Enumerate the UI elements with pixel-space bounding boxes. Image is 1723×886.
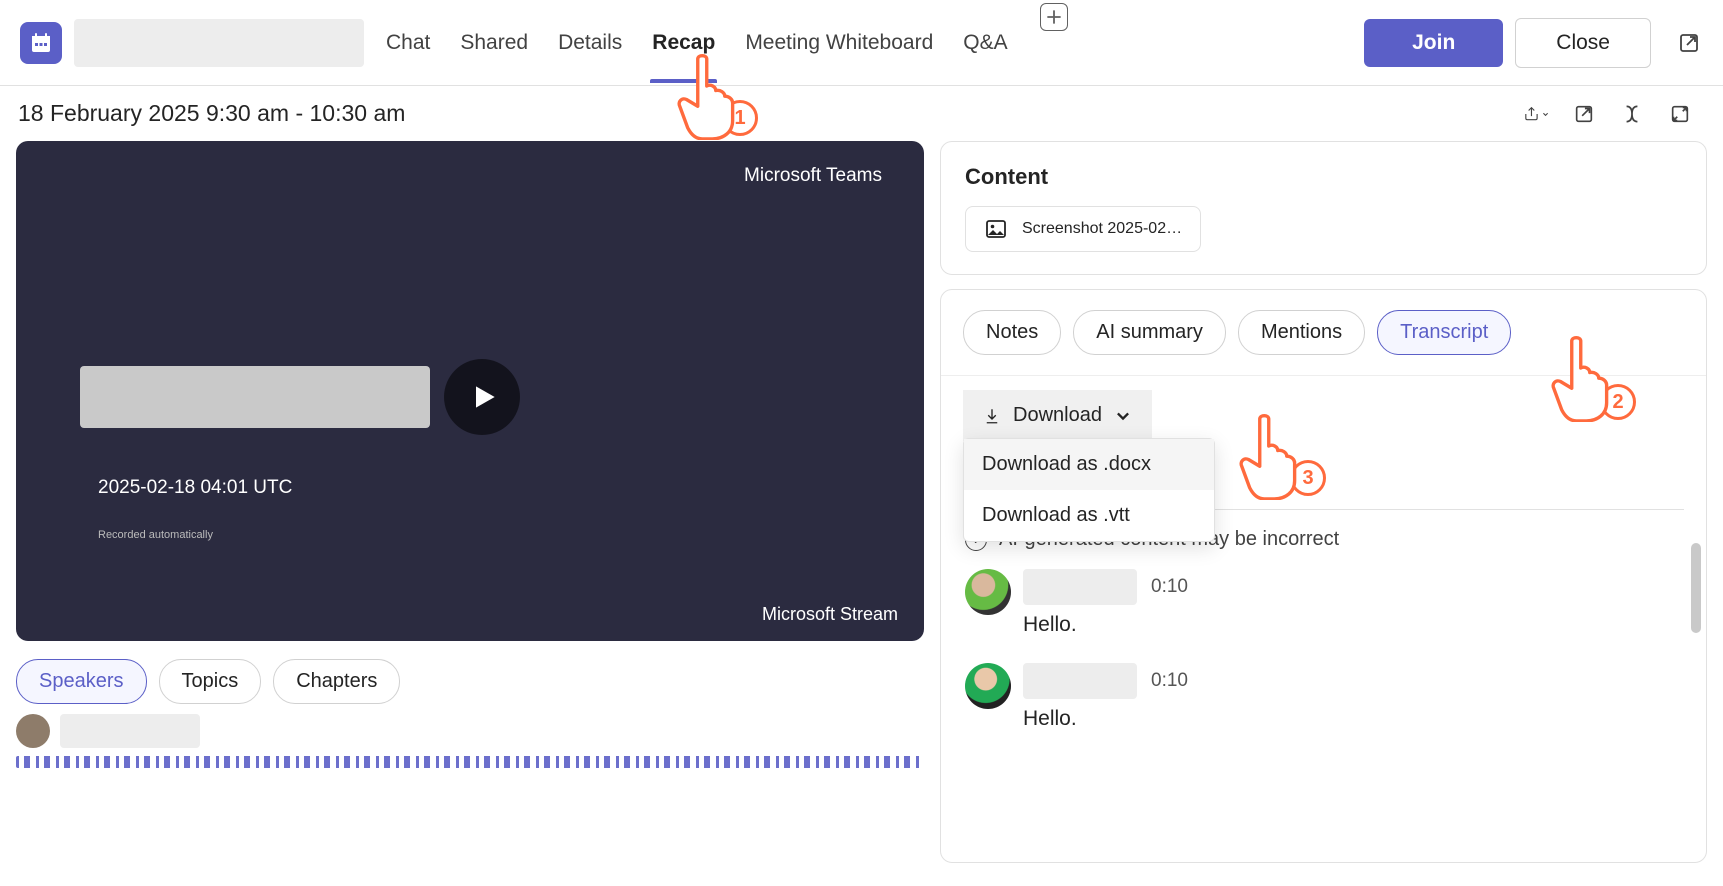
video-auto-recorded: Recorded automatically bbox=[98, 529, 213, 541]
download-vtt[interactable]: Download as .vtt bbox=[964, 490, 1214, 541]
subtab-chapters[interactable]: Chapters bbox=[273, 659, 400, 704]
speaker-timeline[interactable] bbox=[16, 756, 924, 768]
image-icon bbox=[984, 217, 1008, 241]
content-item-label: Screenshot 2025-02… bbox=[1022, 220, 1182, 238]
share-icon[interactable] bbox=[1523, 101, 1549, 127]
recording-video[interactable]: Microsoft Teams 2025-02-18 04:01 UTC Rec… bbox=[16, 141, 924, 641]
video-utc-time: 2025-02-18 04:01 UTC bbox=[98, 477, 292, 499]
tutorial-badge-3: 3 bbox=[1290, 460, 1326, 496]
copilot-icon[interactable] bbox=[1619, 101, 1645, 127]
content-title: Content bbox=[965, 164, 1682, 190]
popout-icon[interactable] bbox=[1675, 29, 1703, 57]
tutorial-badge-2: 2 bbox=[1600, 384, 1636, 420]
subtab-topics[interactable]: Topics bbox=[159, 659, 262, 704]
add-tab-button[interactable] bbox=[1040, 3, 1068, 31]
video-subtabs: Speakers Topics Chapters bbox=[16, 659, 924, 704]
tab-shared[interactable]: Shared bbox=[458, 3, 530, 83]
top-bar: Chat Shared Details Recap Meeting Whiteb… bbox=[0, 0, 1723, 86]
transcript-list: 0:10 Hello. 0:10 Hello. bbox=[941, 559, 1706, 767]
sub-bar: 18 February 2025 9:30 am - 10:30 am bbox=[0, 86, 1723, 141]
subtab-speakers[interactable]: Speakers bbox=[16, 659, 147, 704]
tab-qa[interactable]: Q&A bbox=[961, 3, 1009, 83]
transcript-time: 0:10 bbox=[1151, 670, 1188, 692]
video-title-placeholder bbox=[80, 366, 430, 428]
video-brand-bottom: Microsoft Stream bbox=[762, 604, 898, 625]
tab-chat[interactable]: Chat bbox=[384, 3, 432, 83]
pill-notes[interactable]: Notes bbox=[963, 310, 1061, 355]
speaker-avatar bbox=[16, 714, 50, 748]
expand-icon[interactable] bbox=[1667, 101, 1693, 127]
transcript-text: Hello. bbox=[1023, 613, 1682, 637]
scrollbar[interactable] bbox=[1691, 543, 1701, 633]
pill-mentions[interactable]: Mentions bbox=[1238, 310, 1365, 355]
transcript-line[interactable]: 0:10 Hello. bbox=[965, 663, 1682, 731]
open-external-icon[interactable] bbox=[1571, 101, 1597, 127]
play-button[interactable] bbox=[444, 359, 520, 435]
chevron-down-icon bbox=[1114, 407, 1132, 425]
transcript-text: Hello. bbox=[1023, 707, 1682, 731]
tab-recap[interactable]: Recap bbox=[650, 3, 717, 83]
meeting-title-placeholder bbox=[74, 19, 364, 67]
transcript-panel: Notes AI summary Mentions Transcript Dow… bbox=[940, 289, 1707, 863]
meeting-nav-tabs: Chat Shared Details Recap Meeting Whiteb… bbox=[384, 3, 1068, 83]
tab-details[interactable]: Details bbox=[556, 3, 624, 83]
download-docx[interactable]: Download as .docx bbox=[964, 439, 1214, 490]
join-button[interactable]: Join bbox=[1364, 19, 1503, 67]
tutorial-badge-1: 1 bbox=[722, 100, 758, 136]
content-panel: Content Screenshot 2025-02… bbox=[940, 141, 1707, 275]
tab-whiteboard[interactable]: Meeting Whiteboard bbox=[743, 3, 935, 83]
content-item[interactable]: Screenshot 2025-02… bbox=[965, 206, 1201, 252]
meeting-datetime: 18 February 2025 9:30 am - 10:30 am bbox=[18, 100, 405, 127]
download-label: Download bbox=[1013, 404, 1102, 427]
speaker-row bbox=[16, 714, 924, 748]
avatar bbox=[965, 663, 1011, 709]
transcript-line[interactable]: 0:10 Hello. bbox=[965, 569, 1682, 637]
pill-ai-summary[interactable]: AI summary bbox=[1073, 310, 1226, 355]
download-icon bbox=[983, 407, 1001, 425]
download-button[interactable]: Download bbox=[963, 390, 1152, 441]
download-dropdown: Download as .docx Download as .vtt bbox=[963, 438, 1215, 542]
close-button[interactable]: Close bbox=[1515, 18, 1651, 68]
speaker-name-placeholder bbox=[60, 714, 200, 748]
pill-transcript[interactable]: Transcript bbox=[1377, 310, 1511, 355]
speaker-name-placeholder bbox=[1023, 569, 1137, 605]
video-brand-top: Microsoft Teams bbox=[744, 165, 882, 187]
calendar-app-icon[interactable] bbox=[20, 22, 62, 64]
avatar bbox=[965, 569, 1011, 615]
transcript-time: 0:10 bbox=[1151, 576, 1188, 598]
speaker-name-placeholder bbox=[1023, 663, 1137, 699]
